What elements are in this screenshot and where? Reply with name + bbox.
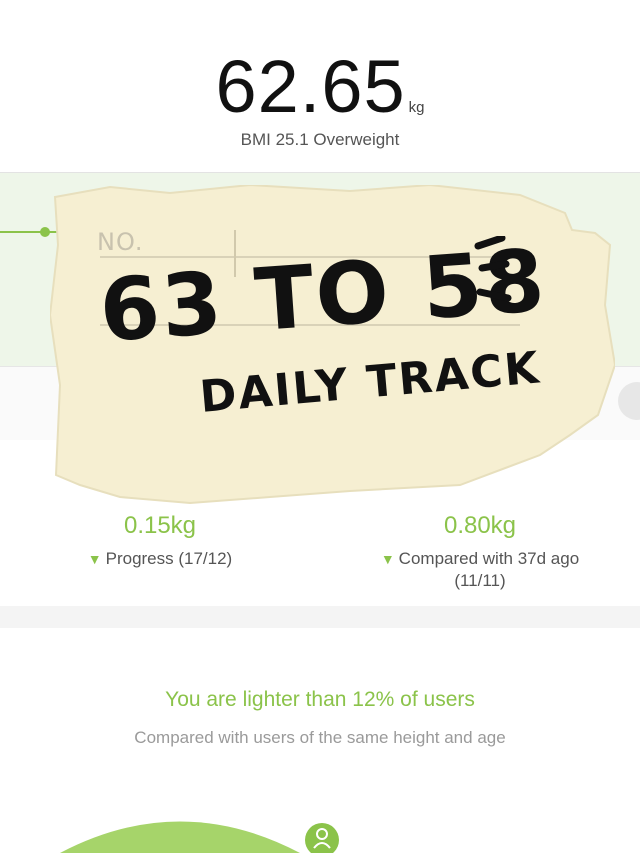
compared-label-date: (11/11) xyxy=(454,571,506,590)
triangle-down-icon: ▼ xyxy=(87,551,102,567)
compared-label: ▼ Compared with 37d ago (11/11) xyxy=(355,548,605,592)
compared-value: 0.80kg xyxy=(443,512,517,539)
progress-label-text: Progress (17/12) xyxy=(105,549,233,568)
compared-label-text: Compared with 37d ago xyxy=(398,549,580,568)
progress-label: ▼ Progress (17/12) xyxy=(40,548,280,570)
distribution-curve xyxy=(60,821,339,853)
progress-value: 0.15kg xyxy=(123,512,197,539)
weight-value: 62.65 xyxy=(215,45,406,128)
note-number-label: NO. xyxy=(97,228,144,256)
triangle-down-icon: ▼ xyxy=(380,551,395,567)
ranking-headline: You are lighter than 12% of users xyxy=(165,688,475,711)
weight-unit: kg xyxy=(408,99,425,116)
bmi-status: BMI 25.1 Overweight xyxy=(240,130,400,149)
sparkle-marks-icon xyxy=(474,236,512,302)
section-divider xyxy=(0,606,640,628)
weight-display: 62.65 kg xyxy=(0,44,640,129)
ranking-subtext: Compared with users of the same height a… xyxy=(134,728,506,747)
